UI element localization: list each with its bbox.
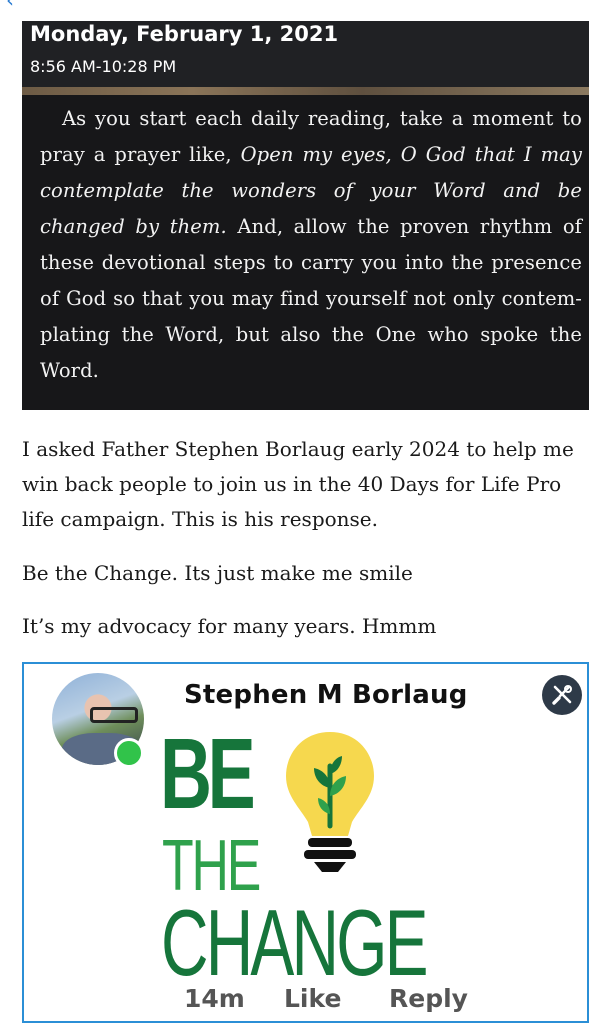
devotional-date: Monday, February 1, 2021 (30, 22, 339, 46)
online-status-dot (114, 738, 144, 768)
devotional-time: 8:56 AM-10:28 PM (30, 57, 177, 76)
devotional-header: Monday, February 1, 2021 8:56 AM-10:28 P… (22, 21, 589, 87)
comment-author[interactable]: Stephen M Borlaug (184, 680, 468, 710)
post-paragraph: Be the Change. Its just make me smile (22, 561, 413, 585)
devotional-text: As you start each daily reading, take a … (40, 101, 582, 389)
devotional-text-end: And, allow the proven rhythm of these de… (40, 215, 582, 382)
reply-button[interactable]: Reply (389, 984, 468, 1013)
graphic-change-text: CHANGE (161, 890, 429, 995)
like-button[interactable]: Like (284, 984, 341, 1013)
top-bar: ‹ (0, 0, 612, 10)
comment-screenshot[interactable]: Stephen M Borlaug BE THE CHANGE 14m Like… (22, 662, 589, 1023)
post-paragraph: I asked Father Stephen Borlaug early 202… (22, 437, 574, 531)
tools-button[interactable] (542, 675, 582, 715)
comment-timestamp: 14m (184, 984, 245, 1013)
post-paragraph: It’s my advocacy for many years. Hmmm (22, 614, 437, 638)
lightbulb-icon (286, 732, 374, 872)
tools-icon (552, 685, 572, 705)
decorative-strip (22, 87, 589, 95)
graphic-be-text: BE (160, 718, 256, 830)
devotional-screenshot: Monday, February 1, 2021 8:56 AM-10:28 P… (22, 21, 589, 410)
avatar-glasses (90, 707, 138, 723)
back-chevron-icon[interactable]: ‹ (6, 0, 14, 10)
